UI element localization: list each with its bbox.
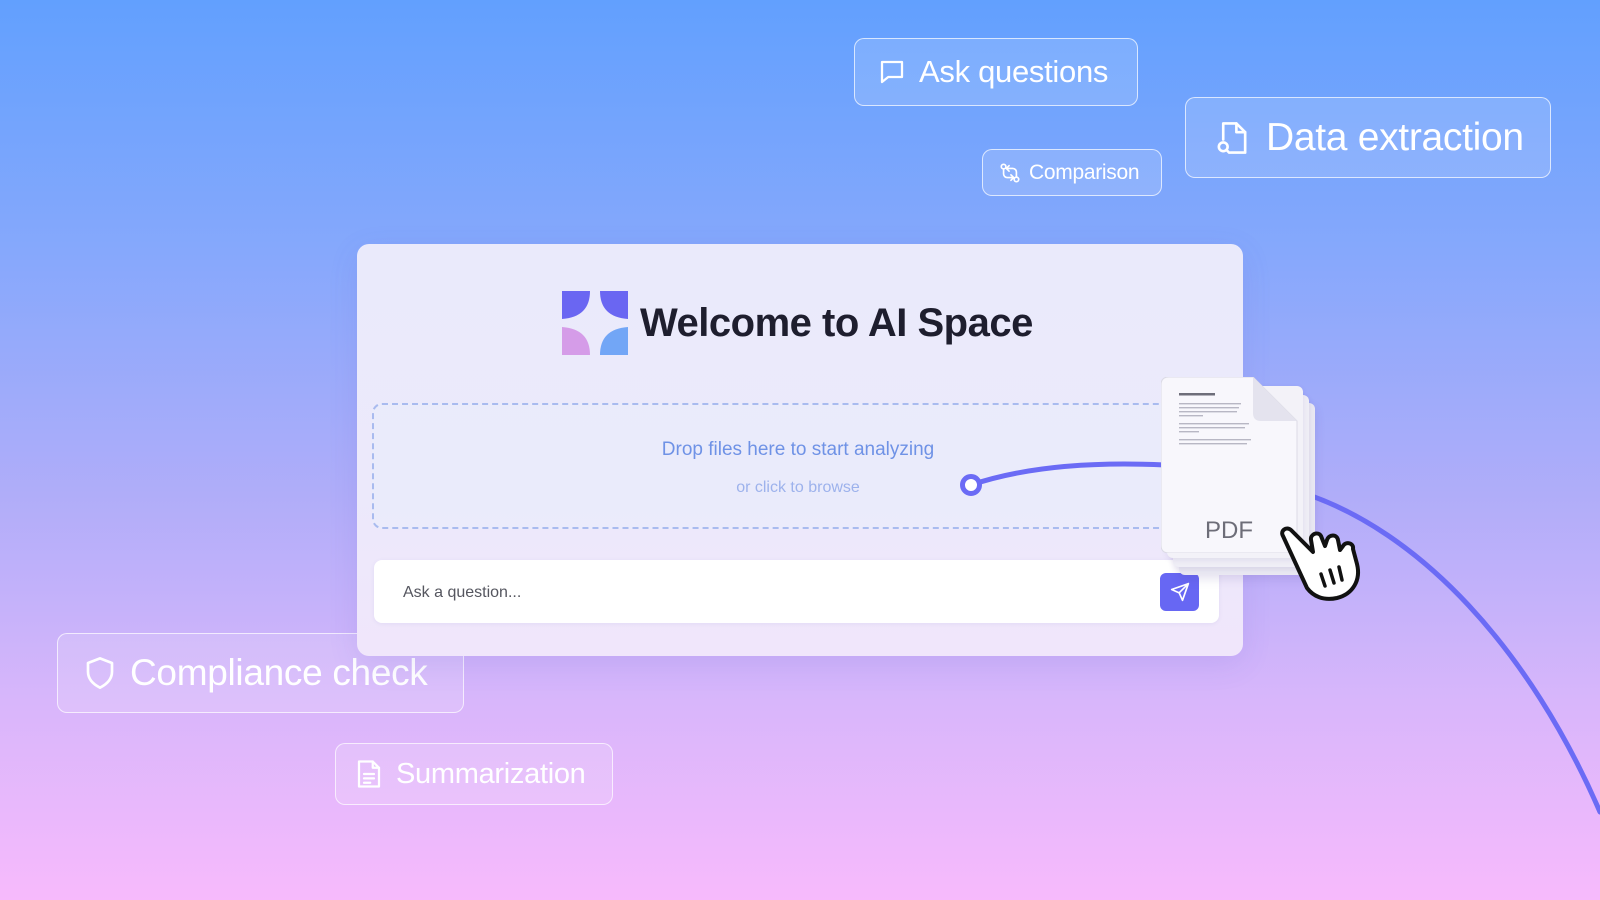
drop-connector <box>960 461 1168 496</box>
hand-pointer-icon <box>1280 526 1360 601</box>
pdf-file-type-label: PDF <box>1205 517 1253 544</box>
